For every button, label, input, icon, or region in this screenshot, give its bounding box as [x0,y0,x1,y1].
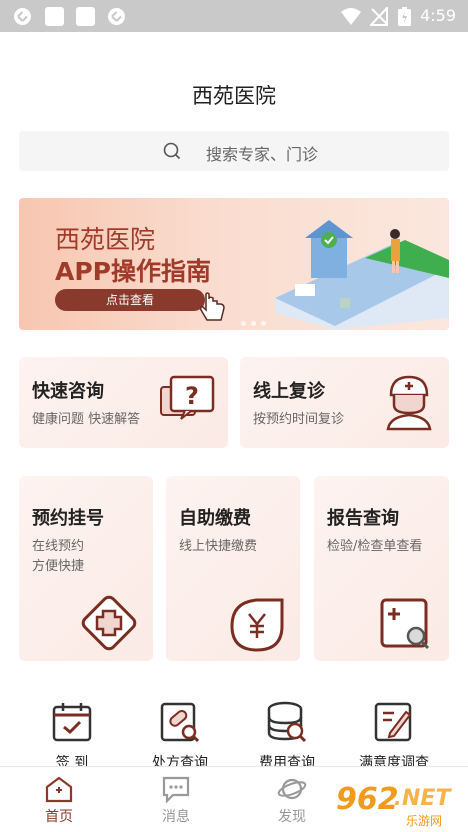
card-subtitle: 线上快捷缴费 [179,539,258,554]
survey-edit-icon [374,702,412,742]
survey-shortcut[interactable]: 满意度调查 [354,700,434,772]
card-subtitle: 在线预约 [32,539,85,554]
card-title: 预约挂号 [32,508,104,529]
card-title: 报告查询 [327,508,399,529]
report-search-icon [380,598,430,650]
fee-query-shortcut[interactable]: 费用查询 [247,700,327,772]
search-icon [163,142,181,160]
search-bar[interactable]: 搜索专家、门诊 [19,131,449,171]
question-chat-icon: ? [160,375,215,420]
medical-cross-icon [81,595,137,651]
tab-label: 发现 [278,809,306,825]
tab-discover[interactable]: 发现 [257,775,327,826]
yen-payment-icon [230,598,284,652]
tab-messages[interactable]: 消息 [141,775,211,826]
card-title: 快速咨询 [32,381,104,402]
card-subtitle: 按预约时间复诊 [253,412,345,427]
watermark-number: 962 [336,782,399,817]
notification-icon [108,8,125,25]
message-icon [162,776,190,803]
banner-subtitle: APP操作指南 [55,257,211,286]
search-placeholder: 搜索专家、门诊 [206,145,319,164]
card-subtitle: 健康问题 快速解答 [32,412,141,427]
no-signal-icon [370,7,388,26]
appointment-card[interactable]: 预约挂号 在线预约 方便快捷 [19,476,153,661]
prescription-search-icon [160,702,200,743]
watermark-logo: 962 . NET 乐游网 [332,782,462,828]
banner-illustration [275,220,449,330]
app-notification-icon [45,7,64,26]
tab-label: 首页 [45,809,73,825]
planet-icon [277,778,307,800]
banner-view-button[interactable]: 点击查看 [55,289,205,311]
watermark-domain: NET [402,786,451,811]
watermark-dot: . [394,786,402,810]
calendar-check-icon [52,703,92,742]
card-title: 自助缴费 [179,508,251,529]
doctor-icon [386,375,432,431]
guide-banner[interactable]: 西苑医院 APP操作指南 点击查看 [19,198,449,330]
tab-label: 消息 [162,809,190,825]
self-payment-card[interactable]: 自助缴费 线上快捷缴费 [166,476,300,661]
page-title: 西苑医院 [192,84,276,108]
quick-consult-card[interactable]: 快速咨询 健康问题 快速解答 ? [19,357,228,448]
notification-icon [14,8,31,25]
status-time: 4:59 [420,6,456,25]
online-followup-card[interactable]: 线上复诊 按预约时间复诊 [240,357,449,448]
coins-search-icon [267,701,307,743]
tab-home[interactable]: 首页 [24,775,94,826]
banner-pagination [241,311,271,330]
report-query-card[interactable]: 报告查询 检验/检查单查看 [314,476,449,661]
watermark-sub: 乐游网 [406,814,443,828]
pagination-dot [251,321,256,326]
app-notification-icon [76,7,95,26]
home-icon [45,776,73,803]
battery-icon [398,7,411,26]
checkin-shortcut[interactable]: 签 到 [32,700,112,772]
pagination-dot [241,321,246,326]
pointer-hand-icon [200,292,225,321]
banner-title: 西苑医院 [55,225,156,254]
card-title: 线上复诊 [253,381,325,402]
svg-text:?: ? [185,382,199,410]
wifi-icon [341,8,361,25]
pagination-dot [261,321,266,326]
card-subtitle: 检验/检查单查看 [327,539,423,554]
status-bar: 4:59 [0,0,468,32]
prescription-shortcut[interactable]: 处方查询 [140,700,220,772]
card-subtitle: 方便快捷 [32,559,85,574]
